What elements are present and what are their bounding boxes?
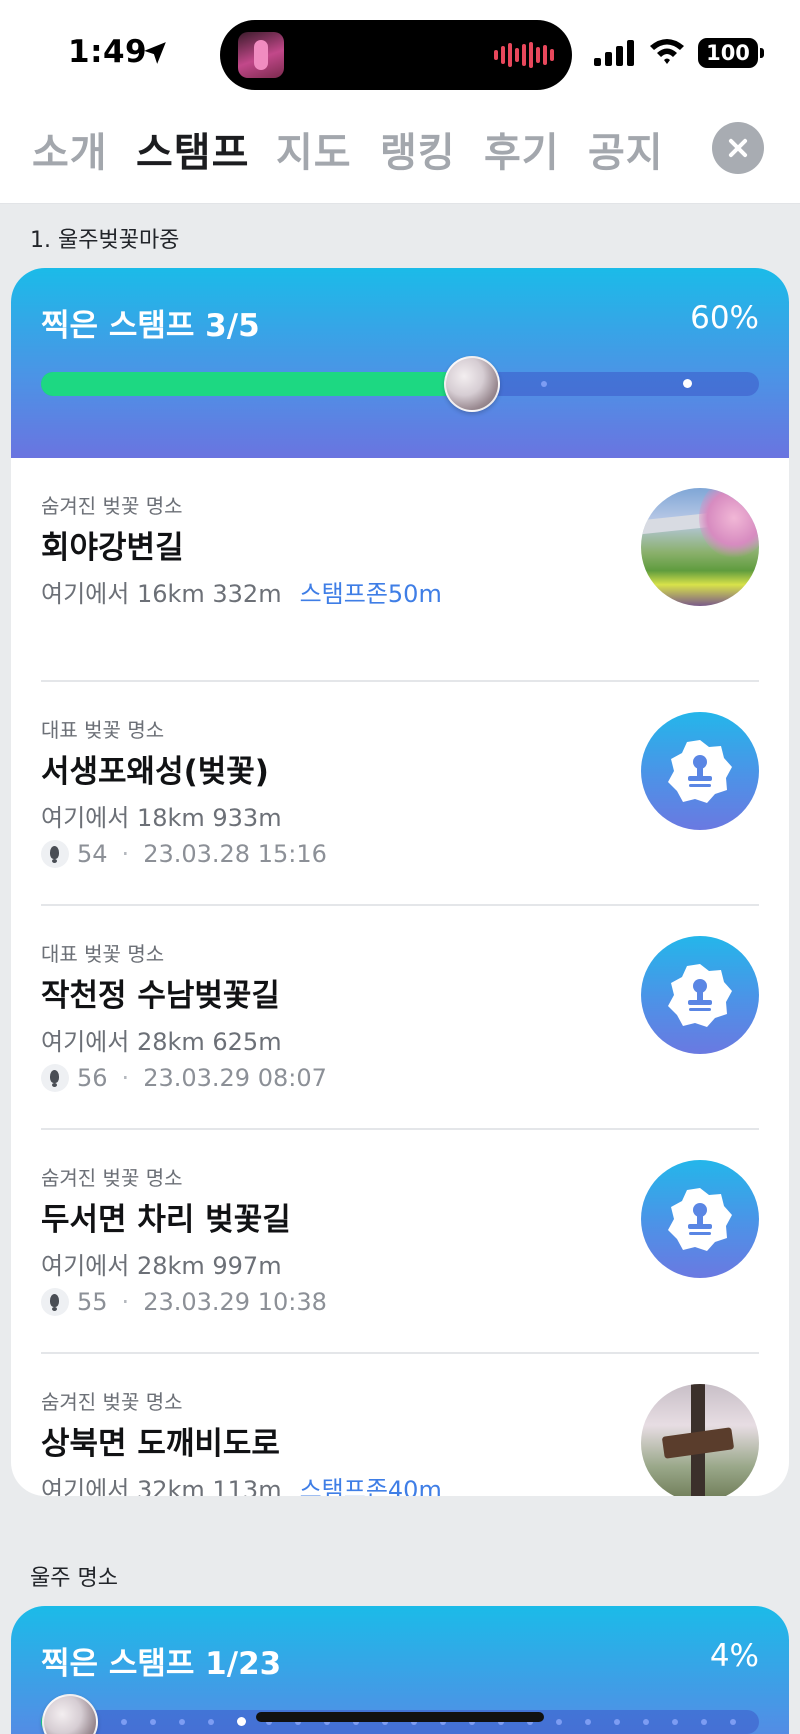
progress-fill [41,372,472,396]
separator-dot: · [121,1064,130,1092]
stamp-datetime: 23.03.29 08:07 [143,1064,327,1092]
close-button[interactable] [712,122,764,174]
stamp-datetime: 23.03.28 15:16 [143,840,327,868]
item-name: 상북면 도깨비도로 [41,1426,280,1462]
tab-bar: 소개 스탬프 지도 랭킹 후기 공지 [0,104,800,204]
separator-dot: · [121,1288,130,1316]
footprint-icon [41,1064,69,1092]
item-distance: 여기에서 32km 113m 스탬프존40m [41,1470,442,1496]
item-distance: 여기에서 16km 332m 스탬프존50m [41,574,442,609]
tab-map[interactable]: 지도 [276,120,352,178]
status-bar: 1:49 100 [0,0,800,104]
tab-intro[interactable]: 소개 [32,120,108,178]
wifi-icon [650,39,684,64]
stamp-list-item[interactable]: 숨겨진 벚꽃 명소 상북면 도깨비도로 여기에서 32km 113m 스탬프존40… [41,1354,759,1496]
progress-dot [556,1719,562,1725]
stamp-zone-link[interactable]: 스탬프존40m [300,1476,442,1496]
home-indicator [256,1712,544,1722]
stamp-list-item[interactable]: 숨겨진 벚꽃 명소 회야강변길 여기에서 16km 332m 스탬프존50m [41,458,759,682]
stamp-count: 찍은 스탬프 1/23 [41,1646,282,1682]
status-time: 1:49 [68,34,148,70]
item-category: 대표 벚꽃 명소 [41,718,165,742]
now-playing-artwork [238,32,284,78]
item-distance: 여기에서 18km 933m [41,804,282,832]
stamp-percent: 4% [709,1638,759,1674]
progress-dot [541,381,547,387]
progress-thumb[interactable] [42,1694,98,1734]
progress-track [41,356,759,412]
stamp-zone-link[interactable]: 스탬프존50m [300,580,442,608]
item-distance: 여기에서 28km 625m [41,1028,282,1056]
spot-photo[interactable] [641,488,759,606]
stamp-meta: 56 · 23.03.29 08:07 [41,1064,327,1092]
distance-text: 여기에서 16km 332m [41,580,282,608]
cellular-signal-icon [594,40,634,66]
stamp-tour-screen: 1:49 100 소개 스탬프 지도 랭킹 후기 공지 1. 울주벚꽃마중 찍은… [0,0,800,1734]
location-arrow-icon [144,42,166,64]
item-name: 두서면 차리 벚꽃길 [41,1202,291,1238]
progress-dot [585,1719,591,1725]
audio-waveform-icon [494,42,554,68]
progress-dot [701,1719,707,1725]
tab-stamp[interactable]: 스탬프 [136,120,249,178]
progress-dot [121,1719,127,1725]
progress-dot [237,1717,246,1726]
section-title: 1. 울주벚꽃마중 [30,228,180,253]
item-name: 회야강변길 [41,530,184,566]
item-name: 작천정 수남벚꽃길 [41,978,280,1014]
tab-notice[interactable]: 공지 [588,120,664,178]
stamp-list-item[interactable]: 대표 벚꽃 명소 작천정 수남벚꽃길 여기에서 28km 625m 56 · 2… [41,906,759,1130]
footprint-icon [41,1288,69,1316]
stamp-count: 찍은 스탬프 3/5 [41,308,260,344]
stamp-progress-header: 찍은 스탬프 3/5 60% [11,268,789,458]
dynamic-island[interactable] [220,20,572,90]
distance-text: 여기에서 32km 113m [41,1476,282,1496]
step-count: 54 [77,840,108,868]
item-category: 대표 벚꽃 명소 [41,942,165,966]
battery-indicator: 100 [698,38,764,68]
step-count: 55 [77,1288,108,1316]
stamp-meta: 54 · 23.03.28 15:16 [41,840,327,868]
stamp-meta: 55 · 23.03.29 10:38 [41,1288,327,1316]
stamp-course-card: 찍은 스탬프 3/5 60% 숨겨진 벚꽃 명소 회야강변길 여기에서 16km… [11,268,789,1496]
item-name: 서생포왜성(벚꽃) [41,754,269,790]
progress-dot [730,1719,736,1725]
stamp-datetime: 23.03.29 10:38 [143,1288,327,1316]
item-distance: 여기에서 28km 997m [41,1252,282,1280]
separator-dot: · [121,840,130,868]
spot-photo[interactable] [641,1384,759,1496]
stamp-percent: 60% [690,300,759,336]
progress-dot [179,1719,185,1725]
progress-thumb[interactable] [444,356,500,412]
item-category: 숨겨진 벚꽃 명소 [41,1166,183,1190]
step-count: 56 [77,1064,108,1092]
tab-reviews[interactable]: 후기 [484,120,560,178]
progress-dot [150,1719,156,1725]
stamp-collected-icon[interactable] [641,712,759,830]
stamp-collected-icon[interactable] [641,936,759,1054]
progress-dot [683,379,692,388]
progress-dot [672,1719,678,1725]
stamp-list-item[interactable]: 대표 벚꽃 명소 서생포왜성(벚꽃) 여기에서 18km 933m 54 · 2… [41,682,759,906]
stamp-list-item[interactable]: 숨겨진 벚꽃 명소 두서면 차리 벚꽃길 여기에서 28km 997m 55 ·… [41,1130,759,1354]
progress-dot [614,1719,620,1725]
item-category: 숨겨진 벚꽃 명소 [41,1390,183,1414]
footprint-icon [41,840,69,868]
stamp-collected-icon[interactable] [641,1160,759,1278]
section-title: 울주 명소 [30,1566,118,1591]
tab-ranking[interactable]: 랭킹 [380,120,456,178]
progress-dot [208,1719,214,1725]
progress-dot [643,1719,649,1725]
item-category: 숨겨진 벚꽃 명소 [41,494,183,518]
